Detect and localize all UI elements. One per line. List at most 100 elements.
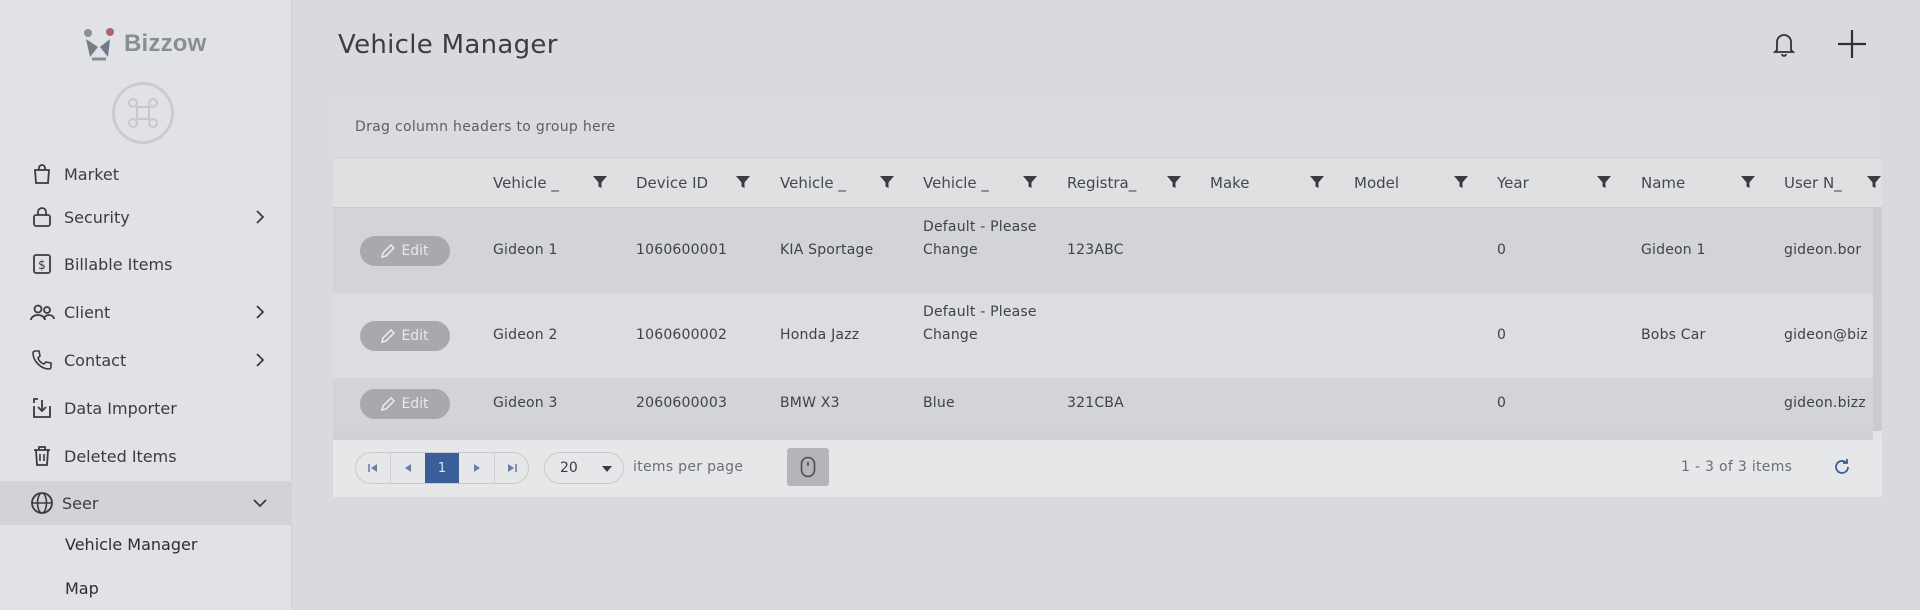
sidebar-item-label: Seer bbox=[62, 493, 99, 513]
cell-vehicle-model: KIA Sportage bbox=[780, 242, 874, 258]
column-header[interactable]: Vehicle _ bbox=[923, 158, 1066, 207]
column-header-label: Name bbox=[1641, 174, 1686, 192]
refresh-icon[interactable] bbox=[1833, 458, 1851, 476]
sidebar-item-label: Data Importer bbox=[64, 398, 177, 418]
filter-icon[interactable] bbox=[1167, 175, 1181, 189]
cell-registration: 123ABC bbox=[1067, 242, 1124, 258]
column-header[interactable]: Make bbox=[1210, 158, 1353, 207]
cell-user-name: gideon.bizz bbox=[1784, 395, 1866, 411]
sidebar-item-billable-items[interactable]: $ Billable Items bbox=[0, 242, 292, 286]
cell-name: Bobs Car bbox=[1641, 327, 1706, 343]
filter-icon[interactable] bbox=[1023, 175, 1037, 189]
brand-logo[interactable]: Bizzow bbox=[80, 24, 207, 64]
sidebar-item-data-importer[interactable]: Data Importer bbox=[0, 386, 292, 430]
shopping-bag-icon bbox=[28, 160, 56, 188]
sidebar-item-security[interactable]: Security bbox=[0, 195, 292, 239]
column-header-label: Vehicle _ bbox=[493, 174, 559, 192]
cell-vehicle-model: Honda Jazz bbox=[780, 327, 860, 343]
chevron-down-icon bbox=[602, 466, 612, 472]
cell-vehicle-color: Default - Please Change bbox=[923, 304, 1037, 343]
vertical-scrollbar[interactable] bbox=[1873, 208, 1882, 431]
filter-icon[interactable] bbox=[1867, 175, 1881, 189]
sidebar-subitem-map[interactable]: Map bbox=[0, 566, 292, 610]
vehicle-grid: Drag column headers to group here Vehicl… bbox=[333, 97, 1882, 497]
next-page-button[interactable] bbox=[460, 453, 494, 483]
group-hint-text: Drag column headers to group here bbox=[355, 119, 616, 135]
sidebar-item-deleted-items[interactable]: Deleted Items bbox=[0, 434, 292, 478]
avatar[interactable] bbox=[112, 82, 174, 144]
phone-icon bbox=[28, 346, 56, 374]
filter-icon[interactable] bbox=[880, 175, 894, 189]
column-header-label: Year bbox=[1497, 174, 1529, 192]
sidebar-item-market[interactable]: Market bbox=[0, 152, 292, 196]
table-row[interactable]: Edit Gideon 3 2060600003 BMW X3 Blue 321… bbox=[333, 378, 1873, 431]
grid-pager: 1 20 items per page 1 - 3 of 3 items bbox=[333, 440, 1882, 497]
group-by-dropzone[interactable]: Drag column headers to group here bbox=[333, 97, 1882, 158]
column-header[interactable]: Vehicle _ bbox=[493, 158, 636, 207]
pagination-controls: 1 bbox=[355, 452, 529, 484]
column-header-label: Make bbox=[1210, 174, 1250, 192]
sidebar-subitem-vehicle-manager[interactable]: Vehicle Manager bbox=[0, 522, 292, 566]
cell-vehicle-model: BMW X3 bbox=[780, 395, 840, 411]
column-header[interactable]: Device ID bbox=[636, 158, 779, 207]
sidebar-subitem-label: Vehicle Manager bbox=[65, 534, 198, 554]
edit-button-label: Edit bbox=[401, 328, 429, 344]
edit-button[interactable]: Edit bbox=[360, 321, 450, 351]
last-page-button[interactable] bbox=[495, 453, 528, 483]
column-header[interactable]: Name bbox=[1641, 158, 1784, 207]
sidebar-item-label: Security bbox=[64, 207, 130, 227]
sidebar: Bizzow Market Security $ Billable Items … bbox=[0, 0, 292, 610]
sidebar-item-seer[interactable]: Seer bbox=[0, 481, 292, 525]
cell-year: 0 bbox=[1497, 395, 1507, 411]
edit-button-label: Edit bbox=[401, 243, 429, 259]
brand-name: Bizzow bbox=[124, 30, 207, 57]
current-page-number: 1 bbox=[437, 460, 447, 476]
sidebar-subitem-label: Map bbox=[65, 578, 99, 598]
trash-icon bbox=[28, 442, 56, 470]
next-page-icon bbox=[474, 464, 480, 472]
chevron-right-icon bbox=[256, 305, 265, 319]
filter-icon[interactable] bbox=[1454, 175, 1468, 189]
grid-header: Vehicle _ Device ID Vehicle _ Vehicle _ … bbox=[333, 158, 1882, 208]
column-header[interactable]: User N_ bbox=[1784, 158, 1882, 207]
horizontal-scrollbar[interactable] bbox=[333, 431, 1873, 440]
edit-button-label: Edit bbox=[401, 396, 429, 412]
edit-button[interactable]: Edit bbox=[360, 236, 450, 266]
bell-icon bbox=[1772, 34, 1796, 57]
column-header[interactable]: Registra_ bbox=[1067, 158, 1210, 207]
sidebar-item-contact[interactable]: Contact bbox=[0, 338, 292, 382]
sidebar-item-label: Deleted Items bbox=[64, 446, 177, 466]
cell-vehicle: Gideon 2 bbox=[493, 327, 558, 343]
first-page-icon bbox=[368, 464, 377, 472]
cell-device-id: 1060600001 bbox=[636, 242, 728, 258]
avatar-placeholder-icon bbox=[128, 98, 158, 128]
bizzow-logo-icon bbox=[80, 25, 118, 63]
sidebar-item-label: Client bbox=[64, 302, 111, 322]
export-button[interactable] bbox=[787, 448, 829, 486]
cell-user-name: gideon@biz bbox=[1784, 327, 1868, 343]
sidebar-item-client[interactable]: Client bbox=[0, 290, 292, 334]
page-size-select[interactable]: 20 bbox=[544, 452, 624, 484]
column-header[interactable]: Year bbox=[1497, 158, 1640, 207]
column-header[interactable]: Vehicle _ bbox=[780, 158, 923, 207]
filter-icon[interactable] bbox=[1310, 175, 1324, 189]
filter-icon[interactable] bbox=[593, 175, 607, 189]
table-row[interactable]: Edit Gideon 2 1060600002 Honda Jazz Defa… bbox=[333, 293, 1873, 378]
page-button-current[interactable]: 1 bbox=[425, 453, 459, 483]
chevron-right-icon bbox=[256, 210, 265, 224]
notifications-button[interactable] bbox=[1766, 26, 1802, 62]
filter-icon[interactable] bbox=[1741, 175, 1755, 189]
last-page-icon bbox=[508, 464, 517, 472]
page-title: Vehicle Manager bbox=[338, 30, 558, 60]
edit-button[interactable]: Edit bbox=[360, 389, 450, 419]
table-row[interactable]: Edit Gideon 1 1060600001 KIA Sportage De… bbox=[333, 208, 1873, 293]
column-header[interactable]: Model bbox=[1354, 158, 1497, 207]
filter-icon[interactable] bbox=[1597, 175, 1611, 189]
previous-page-button[interactable] bbox=[391, 453, 425, 483]
download-icon bbox=[28, 394, 56, 422]
first-page-button[interactable] bbox=[356, 453, 390, 483]
add-vehicle-button[interactable] bbox=[1834, 26, 1870, 62]
filter-icon[interactable] bbox=[736, 175, 750, 189]
pencil-icon bbox=[381, 244, 396, 258]
items-per-page-label: items per page bbox=[633, 459, 744, 475]
